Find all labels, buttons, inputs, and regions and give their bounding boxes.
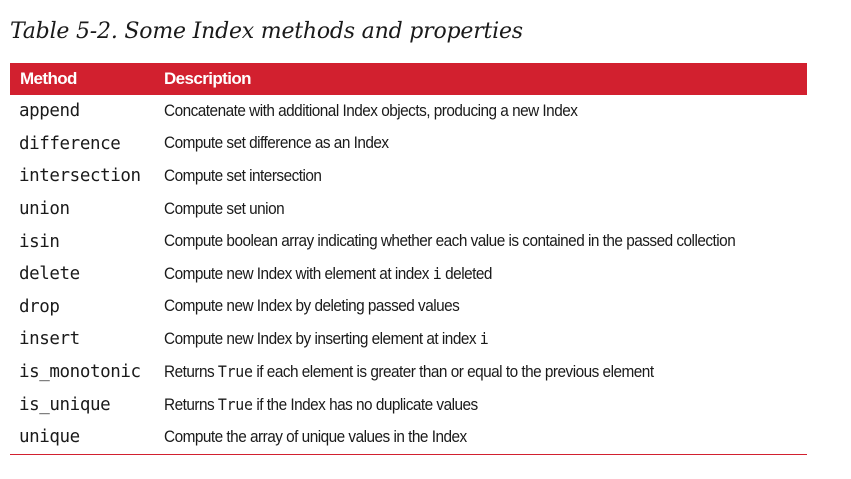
- method-name-cell: insert: [19, 329, 80, 350]
- table-row: insert Compute new Index by inserting ele…: [10, 323, 807, 356]
- description-text: Returns: [164, 395, 218, 414]
- description-text: Compute new Index by inserting element a…: [164, 330, 480, 349]
- method-name-cell: is_monotonic: [19, 362, 141, 383]
- table-row: unique Compute the array of unique values…: [10, 421, 807, 454]
- description-cell: Compute set union: [164, 199, 285, 219]
- description-cell: Returns True if the Index has no duplica…: [164, 395, 478, 415]
- column-header-description: Description: [164, 69, 252, 88]
- description-cell: Compute new Index with element at index …: [164, 264, 492, 284]
- description-text: Compute the array of unique values in th…: [164, 427, 467, 446]
- inline-code: i: [479, 329, 489, 349]
- table-row: is_unique Returns True if the Index has n…: [10, 388, 807, 421]
- method-name-cell: unique: [19, 427, 80, 448]
- description-text: deleted: [441, 265, 492, 284]
- table-row: append Concatenate with additional Index …: [10, 95, 807, 128]
- table-row: delete Compute new Index with element at …: [10, 258, 807, 291]
- table-row: is_monotonic Returns True if each element…: [10, 356, 807, 389]
- method-name-cell: delete: [19, 264, 80, 285]
- index-methods-table: Method Description append Concatenate wit…: [10, 63, 807, 455]
- column-header-method: Method: [20, 69, 77, 88]
- description-text: Returns: [164, 363, 218, 382]
- description-text: Compute set intersection: [164, 166, 322, 185]
- description-cell: Compute set difference as an Index: [164, 134, 389, 153]
- method-name-cell: isin: [19, 231, 60, 252]
- description-cell: Concatenate with additional Index object…: [164, 101, 578, 121]
- method-name-cell: is_unique: [19, 394, 111, 415]
- method-name-cell: drop: [19, 296, 60, 317]
- inline-code: i: [432, 264, 442, 284]
- description-cell: Compute boolean array indicating whether…: [164, 232, 736, 251]
- table-row: isin Compute boolean array indicating whe…: [10, 225, 807, 258]
- method-name-cell: intersection: [19, 166, 141, 187]
- description-text: Compute new Index with element at index: [164, 265, 433, 284]
- description-cell: Compute set intersection: [164, 166, 322, 186]
- description-text: Compute boolean array indicating whether…: [164, 232, 736, 251]
- description-text: if each element is greater than or equal…: [252, 363, 654, 382]
- table-header-row: Method Description: [10, 63, 807, 95]
- description-cell: Compute new Index by inserting element a…: [164, 329, 489, 349]
- description-cell: Compute the array of unique values in th…: [164, 428, 467, 447]
- table-row: difference Compute set difference as an I…: [10, 128, 807, 161]
- method-name-cell: union: [19, 199, 70, 220]
- inline-code: True: [217, 362, 253, 382]
- description-cell: Returns True if each element is greater …: [164, 362, 654, 382]
- inline-code: True: [217, 394, 253, 414]
- description-text: if the Index has no duplicate values: [252, 395, 478, 414]
- description-text: Compute new Index by deleting passed val…: [164, 297, 460, 316]
- description-text: Compute set union: [164, 199, 285, 218]
- method-name-cell: append: [19, 101, 80, 122]
- description-text: Compute set difference as an Index: [164, 134, 389, 153]
- table-caption: Table 5-2. Some Index methods and proper…: [10, 19, 523, 44]
- method-name-cell: difference: [19, 133, 121, 154]
- description-cell: Compute new Index by deleting passed val…: [164, 297, 460, 316]
- description-text: Concatenate with additional Index object…: [164, 101, 578, 120]
- table-row: union Compute set union: [10, 193, 807, 226]
- table-row: drop Compute new Index by deleting passed…: [10, 291, 807, 324]
- table-row: intersection Compute set intersection: [10, 160, 807, 193]
- table-body: append Concatenate with additional Index …: [10, 95, 807, 454]
